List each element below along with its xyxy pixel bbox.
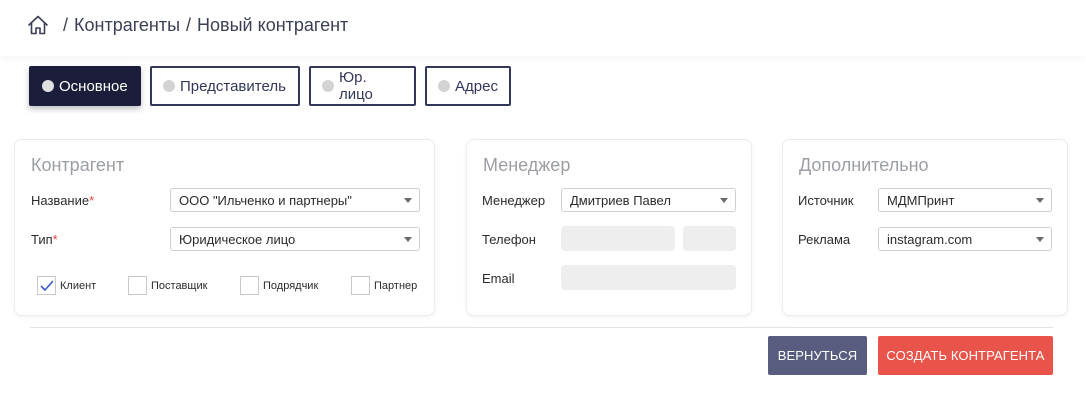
- checkbox-label: Подрядчик: [263, 279, 319, 292]
- back-button[interactable]: ВЕРНУТЬСЯ: [768, 336, 867, 375]
- checkbox-client[interactable]: Клиент: [37, 276, 96, 295]
- tab-label: Юр. лицо: [339, 69, 373, 103]
- checkmark-icon: [40, 280, 54, 291]
- checkbox-label: Клиент: [60, 279, 97, 292]
- checkbox-box[interactable]: [351, 276, 370, 295]
- tab-address[interactable]: Адрес: [425, 66, 511, 106]
- tab-status-dot: [42, 80, 54, 92]
- divider: [30, 327, 1053, 328]
- phone-label: Телефон: [482, 232, 536, 247]
- type-label: Тип*: [31, 232, 58, 247]
- phone-extension-input[interactable]: [683, 226, 736, 251]
- breadcrumb-separator: /: [63, 14, 69, 35]
- source-select-value: МДМПринт: [887, 192, 955, 208]
- additional-card: Дополнительно Источник МДМПринт Реклама …: [782, 139, 1068, 316]
- required-mark: *: [89, 193, 95, 208]
- card-title: Контрагент: [31, 155, 125, 175]
- caret-down-icon: [1036, 198, 1044, 203]
- caret-down-icon: [1036, 237, 1044, 242]
- manager-select-value: Дмитриев Павел: [570, 192, 671, 208]
- email-label: Email: [482, 271, 515, 286]
- source-label: Источник: [798, 193, 854, 208]
- manager-select[interactable]: Дмитриев Павел: [561, 188, 736, 212]
- home-icon[interactable]: [27, 14, 49, 36]
- email-input[interactable]: [561, 265, 736, 290]
- card-title: Дополнительно: [799, 155, 929, 175]
- name-select[interactable]: ООО "Ильченко и партнеры": [170, 188, 420, 212]
- create-counterparty-button[interactable]: СОЗДАТЬ КОНТРАГЕНТА: [878, 336, 1053, 375]
- caret-down-icon: [720, 198, 728, 203]
- name-label: Название*: [31, 193, 94, 208]
- ads-select[interactable]: instagram.com: [878, 227, 1052, 251]
- checkbox-label: Партнер: [374, 279, 418, 292]
- required-mark: *: [52, 232, 58, 247]
- checkbox-partner[interactable]: Партнер: [351, 276, 417, 295]
- type-label-text: Тип: [31, 232, 53, 247]
- tab-representative[interactable]: Представитель: [150, 66, 300, 106]
- checkbox-label: Поставщик: [151, 279, 208, 292]
- checkbox-box[interactable]: [37, 276, 56, 295]
- source-select[interactable]: МДМПринт: [878, 188, 1052, 212]
- top-bar: / Контрагенты / Новый контрагент: [0, 0, 1086, 56]
- ads-select-value: instagram.com: [887, 231, 973, 247]
- breadcrumb-item-new-counterparty: Новый контрагент: [197, 14, 349, 35]
- tab-label: Основное: [59, 77, 128, 95]
- tab-label: Адрес: [455, 77, 498, 95]
- type-select[interactable]: Юридическое лицо: [170, 227, 420, 251]
- section-tabs: Основное Представитель Юр. лицо Адрес: [29, 66, 520, 106]
- checkbox-box[interactable]: [128, 276, 147, 295]
- card-title: Менеджер: [483, 155, 571, 175]
- breadcrumb-item-counterparties[interactable]: Контрагенты: [74, 15, 180, 36]
- caret-down-icon: [404, 198, 412, 203]
- manager-card: Менеджер Менеджер Дмитриев Павел Телефон…: [466, 139, 752, 316]
- name-select-value: ООО "Ильченко и партнеры": [179, 192, 352, 208]
- breadcrumb: / Контрагенты / Новый контрагент: [27, 13, 348, 37]
- checkbox-box[interactable]: [240, 276, 259, 295]
- tab-main[interactable]: Основное: [29, 66, 141, 106]
- checkbox-supplier[interactable]: Поставщик: [128, 276, 207, 295]
- ads-label: Реклама: [798, 232, 851, 247]
- name-label-text: Название: [31, 193, 90, 208]
- phone-input[interactable]: [561, 226, 675, 251]
- caret-down-icon: [404, 237, 412, 242]
- tab-status-dot: [438, 80, 450, 92]
- tab-label: Представитель: [180, 77, 286, 95]
- tab-status-dot: [163, 80, 175, 92]
- tab-status-dot: [322, 80, 334, 92]
- breadcrumb-separator: /: [186, 14, 192, 35]
- manager-label: Менеджер: [482, 193, 546, 208]
- checkbox-contractor[interactable]: Подрядчик: [240, 276, 318, 295]
- type-select-value: Юридическое лицо: [179, 231, 296, 247]
- tab-legal-entity[interactable]: Юр. лицо: [309, 66, 416, 106]
